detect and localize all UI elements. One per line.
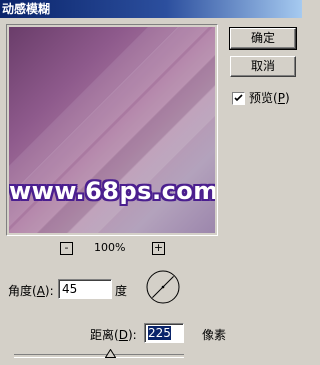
zoom-level: 100% bbox=[94, 241, 126, 254]
window-title-bar: 动感模糊 bbox=[0, 0, 302, 18]
watermark-text: www.68ps.com bbox=[9, 177, 215, 205]
distance-label: 距离(D): bbox=[90, 328, 137, 342]
zoom-in-button[interactable]: + bbox=[152, 242, 165, 255]
preview-checkbox-row[interactable]: 预览(P) bbox=[232, 90, 290, 106]
preview-image[interactable]: www.68ps.com bbox=[9, 27, 215, 233]
distance-value: 225 bbox=[148, 326, 171, 340]
angle-unit: 度 bbox=[115, 284, 128, 298]
ok-button[interactable]: 确定 bbox=[229, 27, 297, 50]
angle-input[interactable]: 45 bbox=[58, 279, 112, 299]
preview-checkbox[interactable] bbox=[232, 92, 245, 105]
check-icon bbox=[234, 94, 243, 102]
window-title: 动感模糊 bbox=[2, 2, 51, 16]
cancel-button[interactable]: 取消 bbox=[230, 56, 296, 77]
distance-slider[interactable] bbox=[14, 354, 184, 358]
distance-unit: 像素 bbox=[202, 328, 227, 342]
preview-panel[interactable]: www.68ps.com bbox=[6, 24, 218, 236]
preview-checkbox-label: 预览(P) bbox=[249, 91, 290, 105]
angle-dial-icon[interactable] bbox=[145, 269, 181, 305]
angle-label: 角度(A): bbox=[8, 284, 54, 298]
distance-input[interactable]: 225 bbox=[144, 323, 184, 343]
slider-thumb-icon[interactable] bbox=[105, 349, 117, 358]
zoom-out-button[interactable]: - bbox=[60, 242, 73, 255]
